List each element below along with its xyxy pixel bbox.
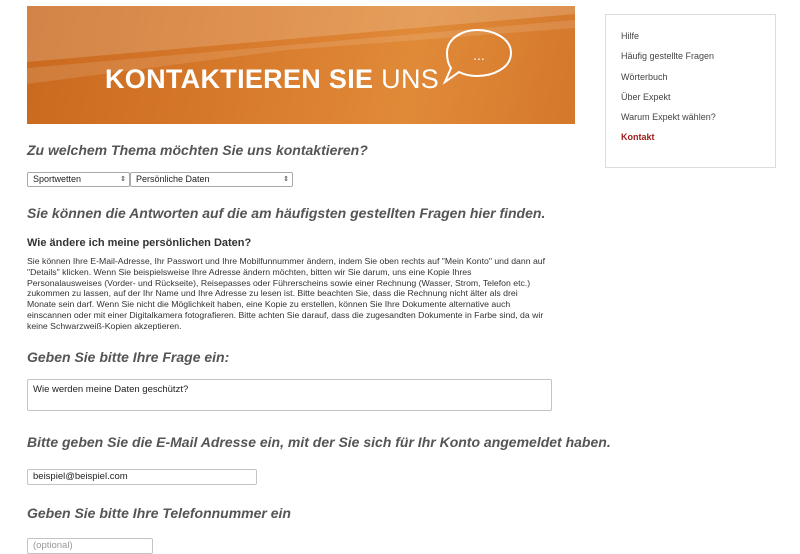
updown-arrow-icon: ⇕ [120,176,126,183]
question-textarea[interactable]: Wie werden meine Daten geschützt? [27,379,552,411]
faq-answer-line: Sie können Ihre E-Mail-Adresse, Ihr Pass… [27,256,546,266]
faq-answer-line: "Details" klicken. Wenn Sie beispielswei… [27,266,472,277]
banner-title-bold: KONTAKTIEREN SIE [105,64,374,94]
faq-answer: Sie können Ihre E-Mail-Adresse, Ihr Pass… [27,256,592,332]
question-heading: Geben Sie bitte Ihre Frage ein: [27,349,230,365]
sidebar-item-ueber-expekt[interactable]: Über Expekt [621,90,775,110]
faq-answer-line: Personalausweises (Vorder- und Rückseite… [27,277,531,288]
email-heading: Bitte geben Sie die E-Mail Adresse ein, … [27,434,611,450]
faq-answer-line: zukommen zu lassen, auf der Ihr Name und… [27,288,518,299]
faq-answer-line: keine Schwarzweiß-Kopien akzeptieren. [27,320,182,331]
banner-title-light: UNS [381,64,440,94]
sidebar-item-warum-expekt[interactable]: Warum Expekt wählen? [621,110,775,130]
faq-heading: Sie können die Antworten auf die am häuf… [27,205,546,221]
updown-arrow-icon: ⇕ [283,176,289,183]
contact-banner: KONTAKTIEREN SIE UNS ... [27,6,575,124]
speech-bubble-icon: ... [442,28,513,85]
help-sidebar: Hilfe Häufig gestellte Fragen Wörterbuch… [605,14,776,168]
sidebar-item-hilfe[interactable]: Hilfe [621,29,775,49]
subtopic-select-value: Persönliche Daten [136,174,210,184]
sidebar-item-woerterbuch[interactable]: Wörterbuch [621,70,775,90]
sidebar-item-kontakt[interactable]: Kontakt [621,130,775,150]
subtopic-select[interactable]: Persönliche Daten ⇕ [130,172,293,187]
faq-question: Wie ändere ich meine persönlichen Daten? [27,237,252,249]
sidebar-item-faq[interactable]: Häufig gestellte Fragen [621,49,775,69]
faq-answer-line: Monate sein darf. Wenn Sie nicht die Mög… [27,299,511,310]
banner-title: KONTAKTIEREN SIE UNS [105,64,439,95]
phone-heading: Geben Sie bitte Ihre Telefonnummer ein [27,505,291,521]
category-select[interactable]: Sportwetten ⇕ [27,172,130,187]
faq-answer-line: einscannen oder mit einer Digitalkamera … [27,309,544,320]
category-select-value: Sportwetten [33,174,82,184]
topic-heading: Zu welchem Thema möchten Sie uns kontakt… [27,142,368,158]
bubble-dots: ... [473,47,485,63]
email-field[interactable]: beispiel@beispiel.com [27,469,257,485]
